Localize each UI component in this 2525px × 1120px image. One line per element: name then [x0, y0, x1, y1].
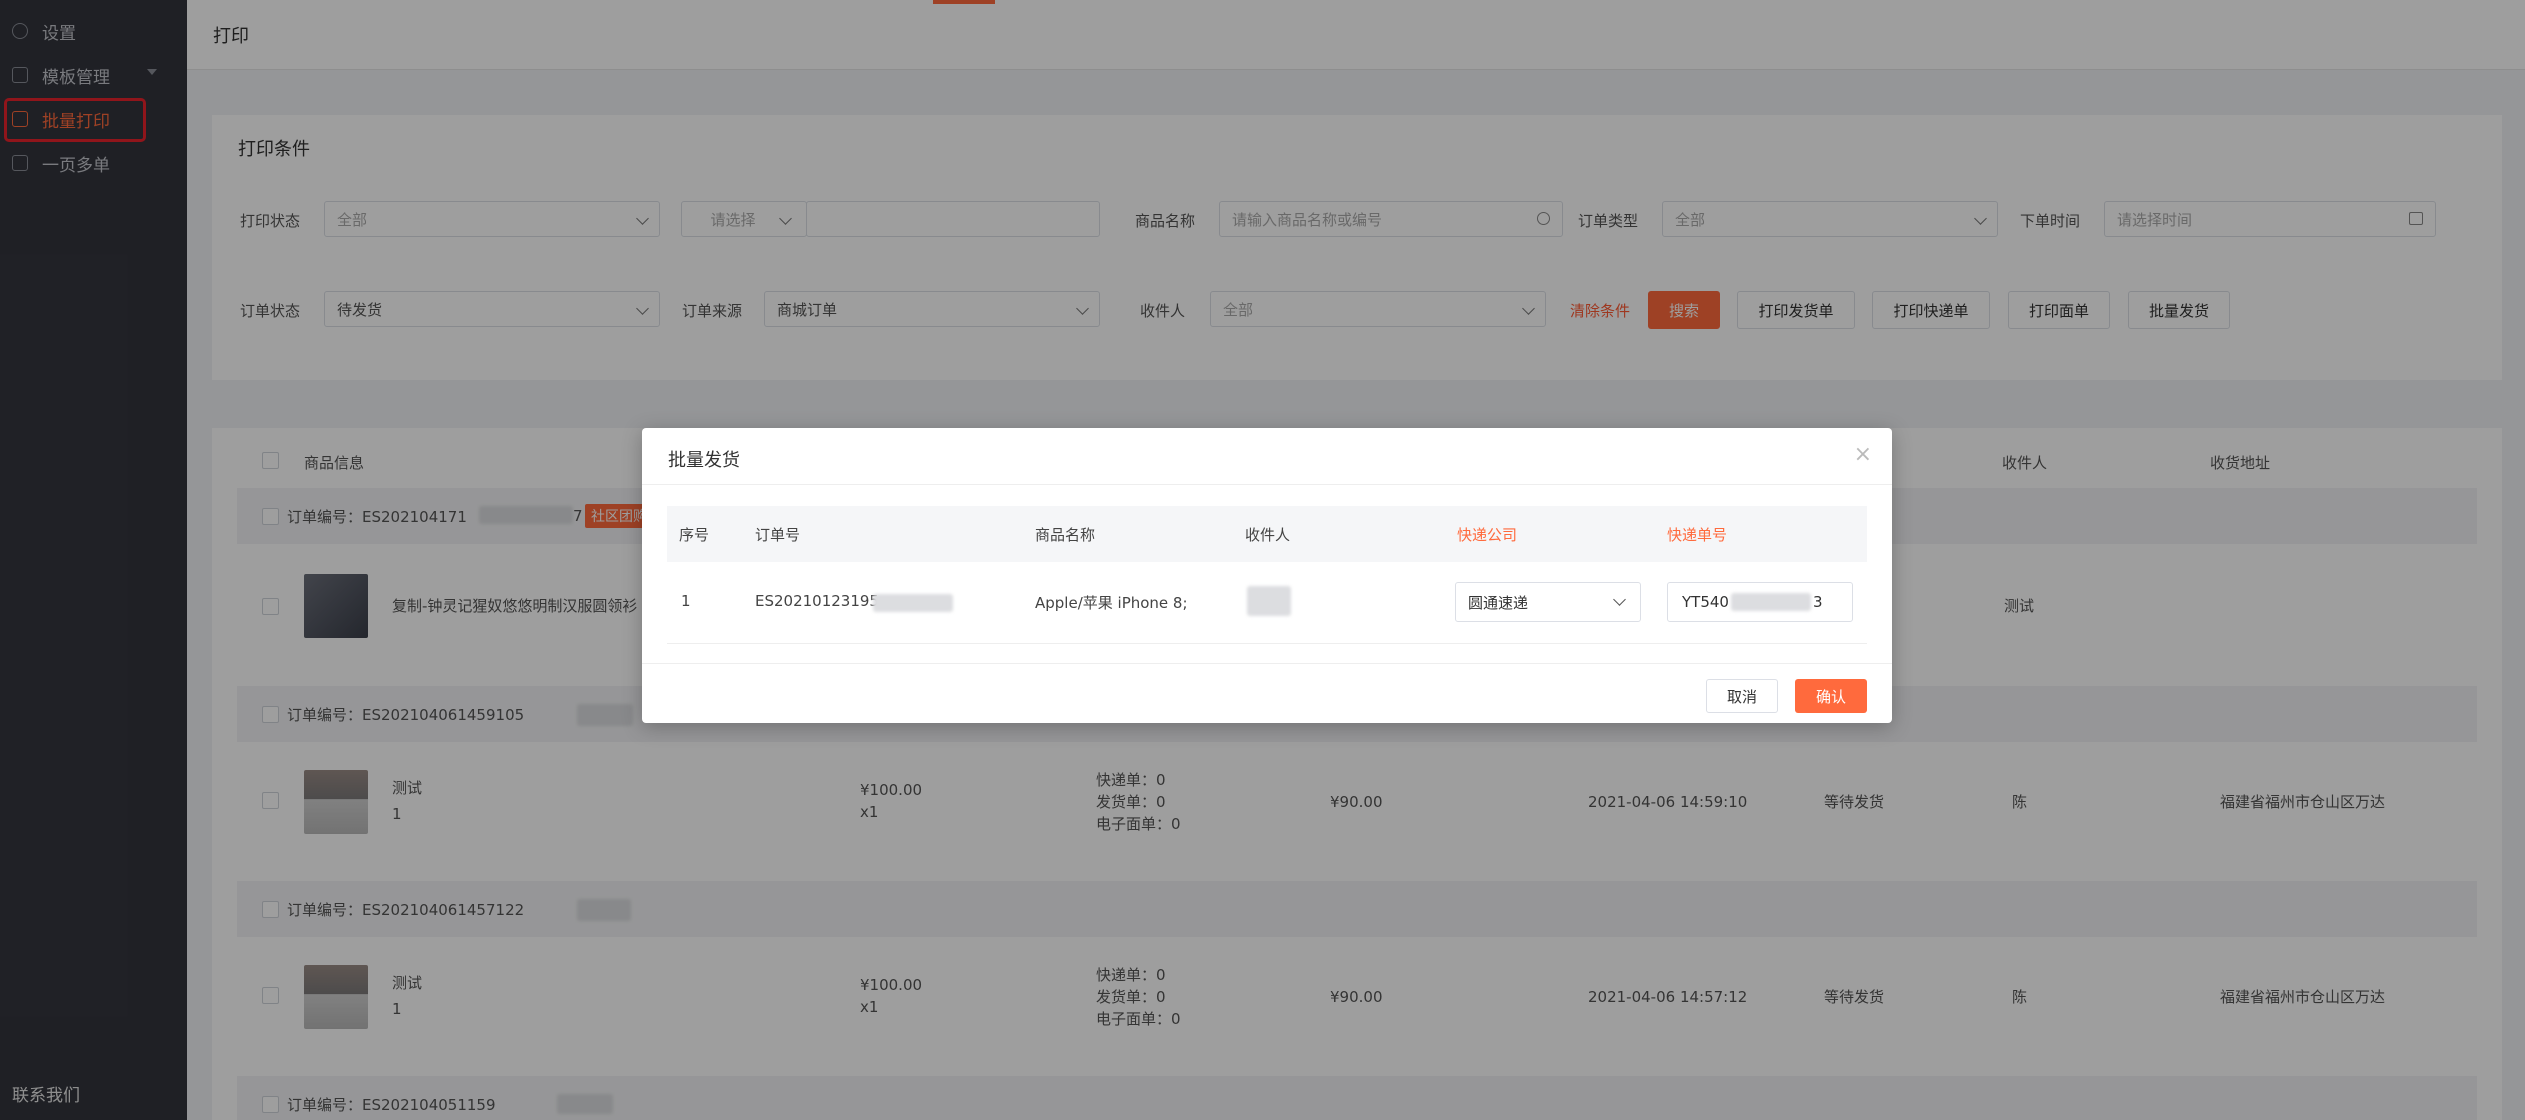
column-header-index: 序号: [679, 526, 710, 544]
batch-ship-dialog: 批量发货 × 序号 订单号 商品名称 收件人 快递公司 快递单号 1 ES202…: [642, 428, 1892, 723]
column-header-company: 快递公司: [1457, 526, 1518, 544]
row-product: Apple/苹果 iPhone 8;: [1035, 594, 1188, 612]
select-value: 圆通速递: [1468, 593, 1529, 612]
chevron-down-icon: [1613, 593, 1626, 606]
column-header-order-no: 订单号: [755, 526, 801, 544]
close-icon[interactable]: ×: [1854, 444, 1872, 466]
row-order-no: ES20210123195: [755, 592, 879, 610]
column-header-tracking: 快递单号: [1667, 526, 1728, 544]
dialog-header: 批量发货 ×: [642, 428, 1892, 485]
dialog-footer-divider: [642, 663, 1892, 664]
cancel-button[interactable]: 取消: [1706, 679, 1778, 713]
dialog-title: 批量发货: [668, 450, 740, 471]
table-header: 序号 订单号 商品名称 收件人 快递公司 快递单号: [667, 506, 1867, 562]
column-header-product: 商品名称: [1035, 526, 1096, 544]
column-header-receiver: 收件人: [1245, 526, 1291, 544]
tracking-suffix: 3: [1812, 593, 1823, 611]
express-company-select[interactable]: 圆通速递: [1455, 582, 1641, 622]
confirm-button[interactable]: 确认: [1795, 679, 1867, 713]
redacted-text: [873, 594, 953, 612]
redacted-text: [1247, 586, 1291, 616]
table-row: 1 ES20210123195 Apple/苹果 iPhone 8; 圆通速递 …: [667, 562, 1867, 644]
tracking-number-input[interactable]: YT540 3: [1667, 582, 1853, 622]
row-index: 1: [681, 592, 691, 610]
tracking-prefix: YT540: [1682, 593, 1729, 611]
redacted-text: [1730, 593, 1811, 611]
